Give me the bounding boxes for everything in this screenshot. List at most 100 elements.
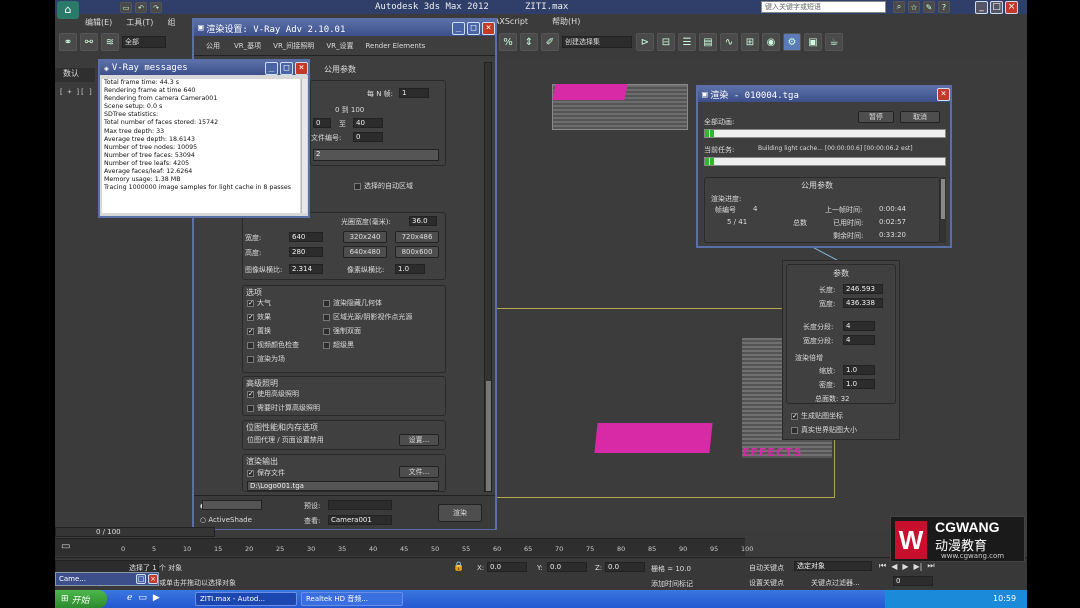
- width-spinner[interactable]: 436.338: [843, 298, 883, 308]
- length-spinner[interactable]: 246.593: [843, 284, 883, 294]
- autokey-label[interactable]: 自动关键点: [749, 563, 784, 573]
- graphite-icon[interactable]: ▤: [699, 33, 717, 51]
- option-checkbox[interactable]: [323, 313, 330, 321]
- help-icon[interactable]: ?: [938, 1, 950, 13]
- compute-gi-option[interactable]: 需要时计算高级照明: [247, 403, 320, 413]
- render-production-icon[interactable]: ☕: [825, 33, 843, 51]
- range-start-spinner[interactable]: 0: [313, 118, 331, 128]
- percent-snap-icon[interactable]: %: [499, 33, 517, 51]
- rp-scrollbar-thumb[interactable]: [941, 179, 945, 219]
- option-row[interactable]: 渲染隐藏几何体: [323, 298, 412, 312]
- preset-720x486[interactable]: 720x486: [395, 231, 439, 243]
- length-segs-spinner[interactable]: 4: [843, 321, 875, 331]
- preset-320x240[interactable]: 320x240: [343, 231, 387, 243]
- selected-set-dropdown[interactable]: 选定对象: [794, 561, 872, 571]
- file-number-spinner[interactable]: 0: [353, 132, 383, 142]
- taskbar-item-realtek[interactable]: Realtek HD 音频...: [301, 592, 403, 606]
- play-icon[interactable]: ▶: [902, 562, 908, 571]
- add-time-tag[interactable]: 添加时间标记: [651, 579, 693, 589]
- width-spinner[interactable]: 640: [289, 232, 323, 242]
- pixel-aspect-spinner[interactable]: 1.0: [395, 264, 425, 274]
- vm-maximize-icon[interactable]: □: [280, 61, 293, 75]
- option-row[interactable]: ✓ 置换: [247, 326, 299, 340]
- desktop-icon[interactable]: ▭: [138, 593, 147, 603]
- track-bar-icon[interactable]: ▭: [61, 541, 70, 552]
- app-logo-icon[interactable]: ⌂: [57, 1, 79, 19]
- option-row[interactable]: 超级黑: [323, 340, 412, 354]
- option-checkbox[interactable]: [323, 327, 330, 335]
- cam-close-icon[interactable]: ×: [148, 574, 158, 584]
- files-button[interactable]: 文件...: [399, 466, 439, 478]
- auto-region-checkbox[interactable]: [354, 182, 361, 190]
- option-checkbox[interactable]: [247, 355, 254, 363]
- bind-spacewarp-icon[interactable]: ≋: [101, 33, 119, 51]
- camera-minimized-window[interactable]: Came... □ ×: [55, 572, 159, 586]
- vm-close-icon[interactable]: ×: [295, 61, 308, 75]
- curve-editor-icon[interactable]: ∿: [720, 33, 738, 51]
- every-n-spinner[interactable]: 1: [399, 88, 429, 98]
- option-row[interactable]: 区域光源/阴影视作点光源: [323, 312, 412, 326]
- vm-minimize-icon[interactable]: _: [265, 61, 278, 75]
- x-field[interactable]: 0.0: [487, 562, 527, 572]
- star-icon[interactable]: ☆: [908, 1, 920, 13]
- z-field[interactable]: 0.0: [605, 562, 645, 572]
- render-setup-icon[interactable]: ⚙: [783, 33, 801, 51]
- option-checkbox[interactable]: ✓: [247, 313, 254, 321]
- link-icon[interactable]: ⚭: [59, 33, 77, 51]
- auto-region-option[interactable]: 选择的自动区域: [354, 181, 413, 191]
- align-icon[interactable]: ⊟: [657, 33, 675, 51]
- start-button[interactable]: ⊞ 开始: [55, 590, 107, 608]
- tab-vray-base[interactable]: VR_基项: [234, 41, 261, 51]
- option-checkbox[interactable]: ✓: [247, 299, 254, 307]
- edit-named-sets-icon[interactable]: ✐: [541, 33, 559, 51]
- tab-common[interactable]: 公用: [206, 41, 220, 51]
- tab-default[interactable]: 数认: [63, 69, 79, 78]
- goto-end-icon[interactable]: ⏭: [927, 561, 934, 571]
- keyfilter-label[interactable]: 关键点过滤器...: [811, 578, 860, 588]
- option-row[interactable]: 渲染为场: [247, 354, 299, 368]
- media-icon[interactable]: ▶: [153, 593, 160, 603]
- option-row[interactable]: 强制双面: [323, 326, 412, 340]
- output-path-field[interactable]: D:\Logo001.tga: [247, 481, 439, 491]
- rs-scrollbar[interactable]: [484, 62, 492, 492]
- rp-close-icon[interactable]: ×: [937, 88, 950, 101]
- image-aspect-spinner[interactable]: 2.314: [289, 264, 323, 274]
- redo-icon[interactable]: ↷: [150, 2, 162, 13]
- option-row[interactable]: ✓ 效果: [247, 312, 299, 326]
- save-file-checkbox[interactable]: ✓: [247, 469, 254, 477]
- option-checkbox[interactable]: [323, 299, 330, 307]
- gen-map-coords[interactable]: ✓ 生成贴图坐标: [791, 411, 843, 421]
- rs-minimize-icon[interactable]: _: [452, 21, 465, 35]
- minimize-icon[interactable]: _: [975, 1, 988, 14]
- compute-gi-checkbox[interactable]: [247, 404, 254, 412]
- time-slider[interactable]: 0 / 100: [55, 527, 215, 537]
- cancel-button[interactable]: 取消: [900, 111, 940, 123]
- next-frame-icon[interactable]: ▶|: [914, 562, 923, 571]
- option-checkbox[interactable]: [323, 341, 330, 349]
- menu-item-tools[interactable]: 工具(T): [126, 17, 153, 28]
- vm-scrollbar[interactable]: [301, 79, 307, 213]
- option-checkbox[interactable]: [247, 341, 254, 349]
- frames-field[interactable]: 2: [313, 149, 439, 161]
- menu-item-edit[interactable]: 编辑(E): [85, 17, 112, 28]
- preset-dropdown[interactable]: [328, 500, 392, 510]
- named-selection-dropdown[interactable]: 创建选择集: [562, 36, 632, 48]
- view-dropdown[interactable]: Camera001: [328, 515, 392, 525]
- bitmap-setup-button[interactable]: 设置...: [399, 434, 439, 446]
- gen-map-checkbox[interactable]: ✓: [791, 412, 798, 420]
- preset-800x600[interactable]: 800x600: [395, 246, 439, 258]
- use-gi-option[interactable]: ✓ 使用高级照明: [247, 389, 299, 399]
- tab-render-elements[interactable]: Render Elements: [365, 42, 425, 50]
- selection-filter-dropdown[interactable]: 全部: [122, 36, 166, 48]
- goto-start-icon[interactable]: ⏮: [879, 561, 886, 571]
- rs-maximize-icon[interactable]: □: [467, 21, 480, 35]
- real-world-checkbox[interactable]: [791, 426, 798, 434]
- option-row[interactable]: 视频颜色检查: [247, 340, 299, 354]
- schematic-icon[interactable]: ⊞: [741, 33, 759, 51]
- preset-640x480[interactable]: 640x480: [343, 246, 387, 258]
- scale-spinner[interactable]: 1.0: [843, 365, 875, 375]
- undo-icon[interactable]: ↶: [135, 2, 147, 13]
- track-bar[interactable]: ▭ 0 5 10 15 20 25 30 35 40 45 50 55 60 65 70 75 80 85 90 95…: [55, 538, 753, 556]
- rp-scrollbar[interactable]: [940, 177, 946, 243]
- y-field[interactable]: 0.0: [547, 562, 587, 572]
